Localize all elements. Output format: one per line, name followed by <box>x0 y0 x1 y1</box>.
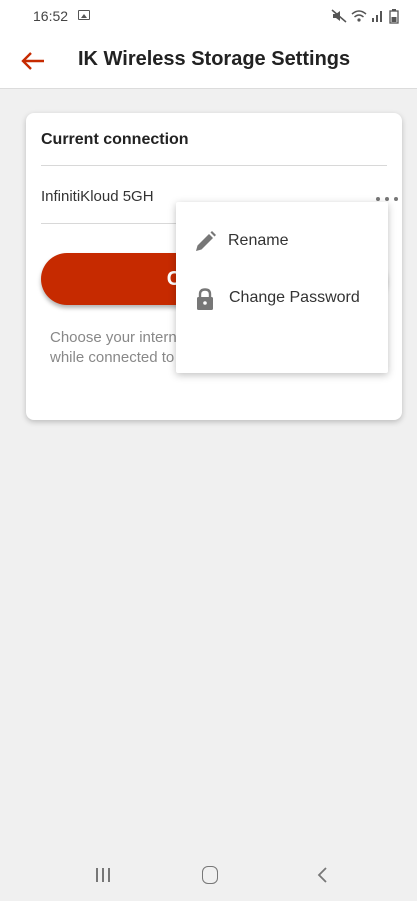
menu-item-label: Rename <box>228 232 289 249</box>
battery-icon <box>389 8 399 24</box>
status-time: 16:52 <box>33 8 69 24</box>
card-title: Current connection <box>41 131 189 148</box>
status-bar: 16:52 <box>0 0 417 32</box>
menu-item-change-password[interactable]: Change Password <box>176 274 388 324</box>
options-popup-menu: Rename Change Password <box>176 202 388 373</box>
network-name: InfinitiKloud 5GH <box>41 188 154 205</box>
wifi-icon <box>351 10 367 22</box>
signal-icon <box>372 11 382 22</box>
back-icon[interactable] <box>314 866 332 884</box>
app-bar: IK Wireless Storage Settings <box>0 32 417 89</box>
menu-item-label: Change Password <box>229 289 360 306</box>
system-nav-bar <box>0 848 417 901</box>
status-icons <box>331 7 399 25</box>
back-arrow-icon[interactable] <box>20 50 46 72</box>
pencil-icon <box>196 231 216 251</box>
home-icon[interactable] <box>202 866 218 884</box>
page-title: IK Wireless Storage Settings <box>78 48 351 70</box>
recents-icon[interactable] <box>94 866 112 884</box>
menu-item-rename[interactable]: Rename <box>176 217 388 267</box>
gallery-icon <box>78 10 90 20</box>
lock-icon <box>197 288 213 310</box>
mute-icon <box>331 9 347 23</box>
divider <box>41 165 387 166</box>
